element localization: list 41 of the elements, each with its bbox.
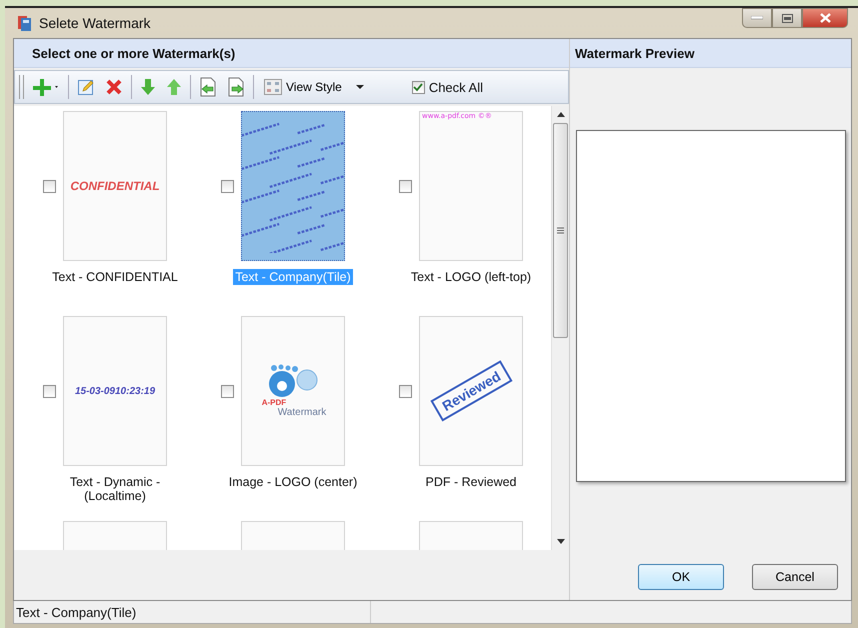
item-checkbox[interactable] <box>43 384 56 398</box>
grip-icon <box>557 227 564 234</box>
view-style-button[interactable]: View Style <box>262 77 366 97</box>
maximize-icon <box>782 14 792 22</box>
logo-text: A-PDF <box>262 398 286 407</box>
watermark-thumbnail[interactable]: CONFIDENTIAL <box>63 111 167 261</box>
check-icon <box>413 82 424 92</box>
dialog-button[interactable]: OK <box>638 564 724 590</box>
close-button[interactable] <box>802 8 848 28</box>
item-label[interactable]: Text - LOGO (left-top) <box>408 269 534 285</box>
scroll-down-icon[interactable] <box>556 539 564 544</box>
maximize-button[interactable] <box>772 8 802 28</box>
window-title: Selete Watermark <box>39 15 151 31</box>
item-label[interactable]: PDF - Reviewed <box>424 474 518 490</box>
caret-icon <box>356 85 364 89</box>
panel-header: Select one or more Watermark(s) <box>14 39 569 68</box>
app-icon <box>17 14 33 32</box>
grid-icon <box>264 79 282 95</box>
close-icon <box>820 13 830 23</box>
item-checkbox[interactable] <box>43 180 56 192</box>
status-text: Text - Company(Tile) <box>14 601 371 623</box>
minimize-icon <box>751 16 763 20</box>
item-label[interactable]: Text - Dynamic - (Localtime) <box>48 474 182 504</box>
watermark-text: CONFIDENTIAL <box>70 179 160 193</box>
item-checkbox[interactable] <box>221 384 234 398</box>
watermark-thumbnail[interactable]: 15-03-0910:23:19 <box>63 316 167 466</box>
logo-text: Watermark <box>278 407 326 418</box>
logo-icon <box>266 364 320 398</box>
item-label[interactable]: Text - CONFIDENTIAL <box>50 269 180 285</box>
scroll-up-icon[interactable] <box>556 112 564 117</box>
item-checkbox[interactable] <box>399 180 412 192</box>
item-checkbox[interactable] <box>221 180 234 192</box>
minimize-button[interactable] <box>742 8 772 28</box>
scrollbar[interactable] <box>551 106 569 550</box>
item-label[interactable]: Image - LOGO (center) <box>226 474 360 490</box>
item-checkbox[interactable] <box>399 384 412 398</box>
panel-header: Watermark Preview <box>570 39 851 68</box>
check-all-checkbox[interactable]: Check All <box>412 80 484 94</box>
watermark-thumbnail[interactable]: A-PDF Watermark <box>241 316 345 466</box>
watermark-text: 15-03-0910:23:19 <box>74 386 156 396</box>
dialog-button[interactable]: Cancel <box>752 564 838 590</box>
